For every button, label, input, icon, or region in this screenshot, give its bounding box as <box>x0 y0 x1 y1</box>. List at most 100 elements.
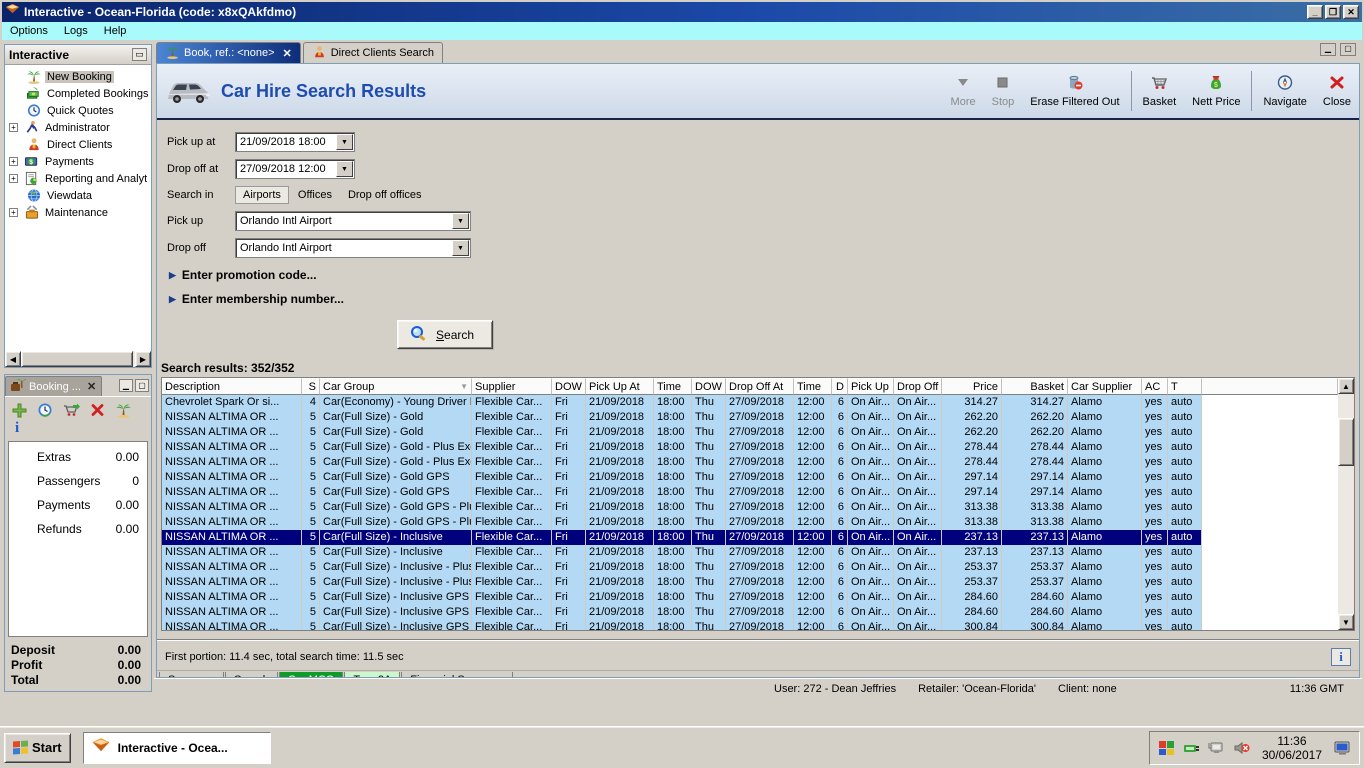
network-card-icon[interactable] <box>1183 740 1200 756</box>
sidebar-item-payments[interactable]: +$Payments <box>5 153 151 170</box>
column-header-blank[interactable] <box>1202 378 1338 395</box>
table-row[interactable]: NISSAN ALTIMA OR ...5Car(Full Size) - In… <box>162 590 1338 605</box>
antivirus-icon[interactable] <box>1158 740 1175 756</box>
tree-horizontal-scrollbar[interactable]: ◀ ▶ <box>5 351 151 367</box>
sidebar-item-completed-bookings[interactable]: Completed Bookings <box>5 85 151 102</box>
chevron-down-icon[interactable]: ▼ <box>452 240 469 256</box>
table-row[interactable]: NISSAN ALTIMA OR ...5Car(Full Size) - Go… <box>162 440 1338 455</box>
table-row[interactable]: Chevrolet Spark Or si...4Car(Economy) - … <box>162 395 1338 410</box>
navigate-button[interactable]: Navigate <box>1255 70 1314 112</box>
column-header-car-group[interactable]: Car Group▼ <box>320 378 472 395</box>
membership-number-link[interactable]: ▶ Enter membership number... <box>169 292 1359 306</box>
search-button[interactable]: Search <box>397 320 493 349</box>
scroll-up-icon[interactable]: ▲ <box>1338 378 1354 394</box>
scrollbar-thumb[interactable] <box>1338 418 1354 466</box>
taskbar-item-interactive[interactable]: Interactive - Ocea... <box>83 732 271 764</box>
column-header-description[interactable]: Description <box>162 378 302 395</box>
scrollbar-thumb[interactable] <box>21 351 133 367</box>
column-header-time[interactable]: Time <box>794 378 832 395</box>
expand-toggle-icon[interactable]: + <box>9 123 18 132</box>
sidebar-item-reporting-and-analyt[interactable]: +Reporting and Analyt <box>5 170 151 187</box>
minimize-button[interactable]: _ <box>1307 5 1323 19</box>
scroll-right-icon[interactable]: ▶ <box>135 351 151 367</box>
column-header-price[interactable]: Price <box>942 378 1002 395</box>
column-header-time[interactable]: Time <box>654 378 692 395</box>
table-row[interactable]: NISSAN ALTIMA OR ...5Car(Full Size) - Go… <box>162 410 1338 425</box>
booking-maximize-button[interactable]: ▢ <box>135 379 149 392</box>
column-header-drop-off-at[interactable]: Drop Off At <box>726 378 794 395</box>
grid-vertical-scrollbar[interactable]: ▲ ▼ <box>1338 378 1354 630</box>
booking-tab-close-icon[interactable]: ✕ <box>87 380 96 393</box>
add-plus-icon[interactable] <box>11 402 28 418</box>
table-row[interactable]: NISSAN ALTIMA OR ...5Car(Full Size) - In… <box>162 545 1338 560</box>
sidebar-item-direct-clients[interactable]: Direct Clients <box>5 136 151 153</box>
panel-minimize-button[interactable]: ▁ <box>1320 43 1336 56</box>
start-button[interactable]: Start <box>4 733 71 763</box>
table-row[interactable]: NISSAN ALTIMA OR ...5Car(Full Size) - Go… <box>162 500 1338 515</box>
scroll-down-icon[interactable]: ▼ <box>1338 614 1354 630</box>
booking-minimize-button[interactable]: ▁ <box>119 379 133 392</box>
menu-help[interactable]: Help <box>96 24 135 38</box>
basket-button[interactable]: Basket <box>1135 70 1185 112</box>
column-header-car-supplier[interactable]: Car Supplier <box>1068 378 1142 395</box>
column-header-supplier[interactable]: Supplier <box>472 378 552 395</box>
column-header-dow[interactable]: DOW <box>692 378 726 395</box>
pickup-location-select[interactable]: Orlando Intl Airport ▼ <box>235 211 471 231</box>
search-in-option-offices[interactable]: Offices <box>291 187 339 203</box>
close-button[interactable]: Close <box>1315 70 1359 112</box>
expand-toggle-icon[interactable]: + <box>9 157 18 166</box>
menu-logs[interactable]: Logs <box>56 24 96 38</box>
palm-tree-icon[interactable] <box>115 402 132 418</box>
info-button[interactable]: i <box>1331 648 1351 666</box>
table-row[interactable]: NISSAN ALTIMA OR ...5Car(Full Size) - In… <box>162 560 1338 575</box>
pickup-at-input[interactable]: 21/09/2018 18:00 ▼ <box>235 132 355 152</box>
sidebar-item-quick-quotes[interactable]: Quick Quotes <box>5 102 151 119</box>
column-header-ac[interactable]: AC <box>1142 378 1168 395</box>
panel-maximize-button[interactable]: ▢ <box>1340 43 1356 56</box>
chevron-down-icon[interactable]: ▼ <box>336 161 353 177</box>
delete-x-icon[interactable] <box>89 402 106 418</box>
tab-direct-clients-search[interactable]: Direct Clients Search <box>303 42 443 63</box>
sidebar-item-maintenance[interactable]: +Maintenance <box>5 204 151 221</box>
column-header-drop-off[interactable]: Drop Off <box>894 378 942 395</box>
table-row[interactable]: NISSAN ALTIMA OR ...5Car(Full Size) - Go… <box>162 515 1338 530</box>
restore-button[interactable]: ❐ <box>1325 5 1341 19</box>
column-header-pick-up-at[interactable]: Pick Up At <box>586 378 654 395</box>
chevron-down-icon[interactable]: ▼ <box>452 213 469 229</box>
sidebar-item-administrator[interactable]: +Administrator <box>5 119 151 136</box>
column-header-s[interactable]: S <box>302 378 320 395</box>
table-row[interactable]: NISSAN ALTIMA OR ...5Car(Full Size) - Go… <box>162 455 1338 470</box>
nav-panel-collapse-button[interactable]: ▭ <box>132 48 147 61</box>
column-header-t[interactable]: T <box>1168 378 1202 395</box>
column-header-dow[interactable]: DOW <box>552 378 586 395</box>
promotion-code-link[interactable]: ▶ Enter promotion code... <box>169 268 1359 282</box>
dropoff-location-select[interactable]: Orlando Intl Airport ▼ <box>235 238 471 258</box>
table-row[interactable]: NISSAN ALTIMA OR ...5Car(Full Size) - In… <box>162 530 1338 545</box>
table-row[interactable]: NISSAN ALTIMA OR ...5Car(Full Size) - Go… <box>162 425 1338 440</box>
network-computer-icon[interactable] <box>1208 740 1225 756</box>
table-row[interactable]: NISSAN ALTIMA OR ...5Car(Full Size) - In… <box>162 620 1338 630</box>
sidebar-item-viewdata[interactable]: Viewdata <box>5 187 151 204</box>
erase-filtered-out-button[interactable]: Erase Filtered Out <box>1022 70 1127 112</box>
dropoff-at-input[interactable]: 27/09/2018 12:00 ▼ <box>235 159 355 179</box>
muted-speaker-icon[interactable] <box>1233 740 1250 756</box>
search-in-option-drop-off-offices[interactable]: Drop off offices <box>341 187 429 203</box>
tab-close-icon[interactable]: ✕ <box>283 47 292 60</box>
search-in-option-airports[interactable]: Airports <box>235 186 289 204</box>
expand-toggle-icon[interactable]: + <box>9 174 18 183</box>
table-row[interactable]: NISSAN ALTIMA OR ...5Car(Full Size) - In… <box>162 605 1338 620</box>
scroll-left-icon[interactable]: ◀ <box>5 351 21 367</box>
menu-options[interactable]: Options <box>2 24 56 38</box>
booking-info-icon[interactable]: i <box>5 420 151 439</box>
close-window-button[interactable]: ✕ <box>1343 5 1359 19</box>
table-row[interactable]: NISSAN ALTIMA OR ...5Car(Full Size) - In… <box>162 575 1338 590</box>
chevron-down-icon[interactable]: ▼ <box>336 134 353 150</box>
table-row[interactable]: NISSAN ALTIMA OR ...5Car(Full Size) - Go… <box>162 470 1338 485</box>
table-row[interactable]: NISSAN ALTIMA OR ...5Car(Full Size) - Go… <box>162 485 1338 500</box>
sidebar-item-new-booking[interactable]: New Booking <box>5 68 151 85</box>
booking-tab[interactable]: Booking ... ✕ <box>5 376 102 396</box>
column-header-d[interactable]: D <box>832 378 848 395</box>
column-header-basket[interactable]: Basket <box>1002 378 1068 395</box>
expand-toggle-icon[interactable]: + <box>9 208 18 217</box>
tab-book-ref-none-[interactable]: Book, ref.: <none>✕ <box>156 42 301 63</box>
